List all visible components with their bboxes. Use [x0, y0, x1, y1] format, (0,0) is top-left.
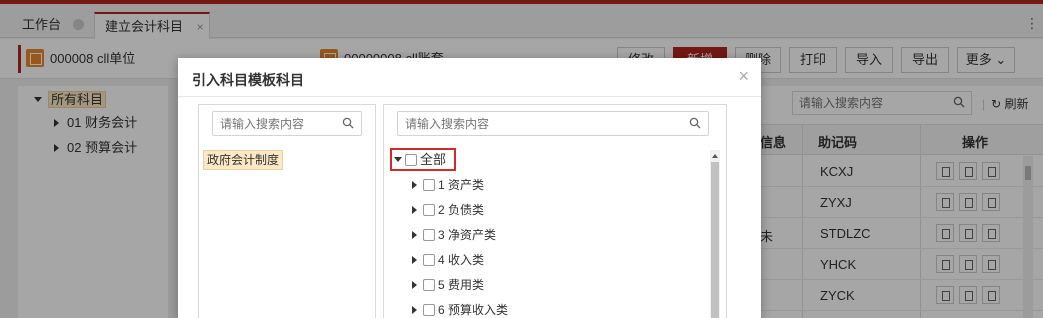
account-pane: 全部 1 资产类 2 负债类 3 净资产类 4 收入类 5 费用类 6 预算收入…	[383, 104, 727, 318]
tree-scrollbar[interactable]	[710, 150, 720, 318]
tree-item-label: 6 预算收入类	[438, 303, 509, 317]
collapse-icon[interactable]	[412, 281, 417, 289]
account-search[interactable]	[397, 111, 709, 136]
tree-item-label: 1 资产类	[438, 178, 485, 192]
template-item[interactable]: 政府会计制度	[203, 150, 284, 170]
template-search[interactable]	[212, 111, 362, 136]
checkbox[interactable]	[423, 254, 435, 266]
tree-item-label: 3 净资产类	[438, 228, 497, 242]
tree-item[interactable]: 2 负债类	[412, 200, 484, 220]
collapse-icon[interactable]	[412, 231, 417, 239]
collapse-icon[interactable]	[412, 206, 417, 214]
dialog-divider	[178, 96, 761, 97]
collapse-icon[interactable]	[412, 306, 417, 314]
tree-root-all[interactable]: 全部	[390, 148, 456, 171]
tree-item[interactable]: 5 费用类	[412, 275, 484, 295]
collapse-icon[interactable]	[412, 181, 417, 189]
tree-item[interactable]: 1 资产类	[412, 175, 484, 195]
tree-item[interactable]: 6 预算收入类	[412, 300, 508, 318]
search-icon[interactable]	[342, 117, 354, 129]
tree-item[interactable]: 3 净资产类	[412, 225, 496, 245]
tree-item-label: 5 费用类	[438, 278, 485, 292]
checkbox[interactable]	[423, 279, 435, 291]
tree-item[interactable]: 4 收入类	[412, 250, 484, 270]
checkbox[interactable]	[423, 229, 435, 241]
template-pane: 政府会计制度	[198, 104, 376, 318]
scroll-thumb[interactable]	[711, 162, 719, 318]
tree-item-label: 2 负债类	[438, 203, 485, 217]
scroll-up-icon[interactable]	[712, 154, 718, 158]
search-icon[interactable]	[689, 117, 701, 129]
dialog-title: 引入科目模板科目	[192, 72, 304, 88]
checkbox[interactable]	[423, 304, 435, 316]
highlight-box	[390, 148, 456, 171]
close-icon[interactable]: ×	[738, 66, 749, 87]
checkbox[interactable]	[423, 204, 435, 216]
tree-item-label: 4 收入类	[438, 253, 485, 267]
template-search-input[interactable]	[213, 112, 333, 135]
checkbox[interactable]	[423, 179, 435, 191]
account-search-input[interactable]	[398, 112, 678, 135]
import-template-dialog: 引入科目模板科目 × 政府会计制度 全部 1 资产类 2 负债类 3 净	[178, 58, 761, 318]
collapse-icon[interactable]	[412, 256, 417, 264]
